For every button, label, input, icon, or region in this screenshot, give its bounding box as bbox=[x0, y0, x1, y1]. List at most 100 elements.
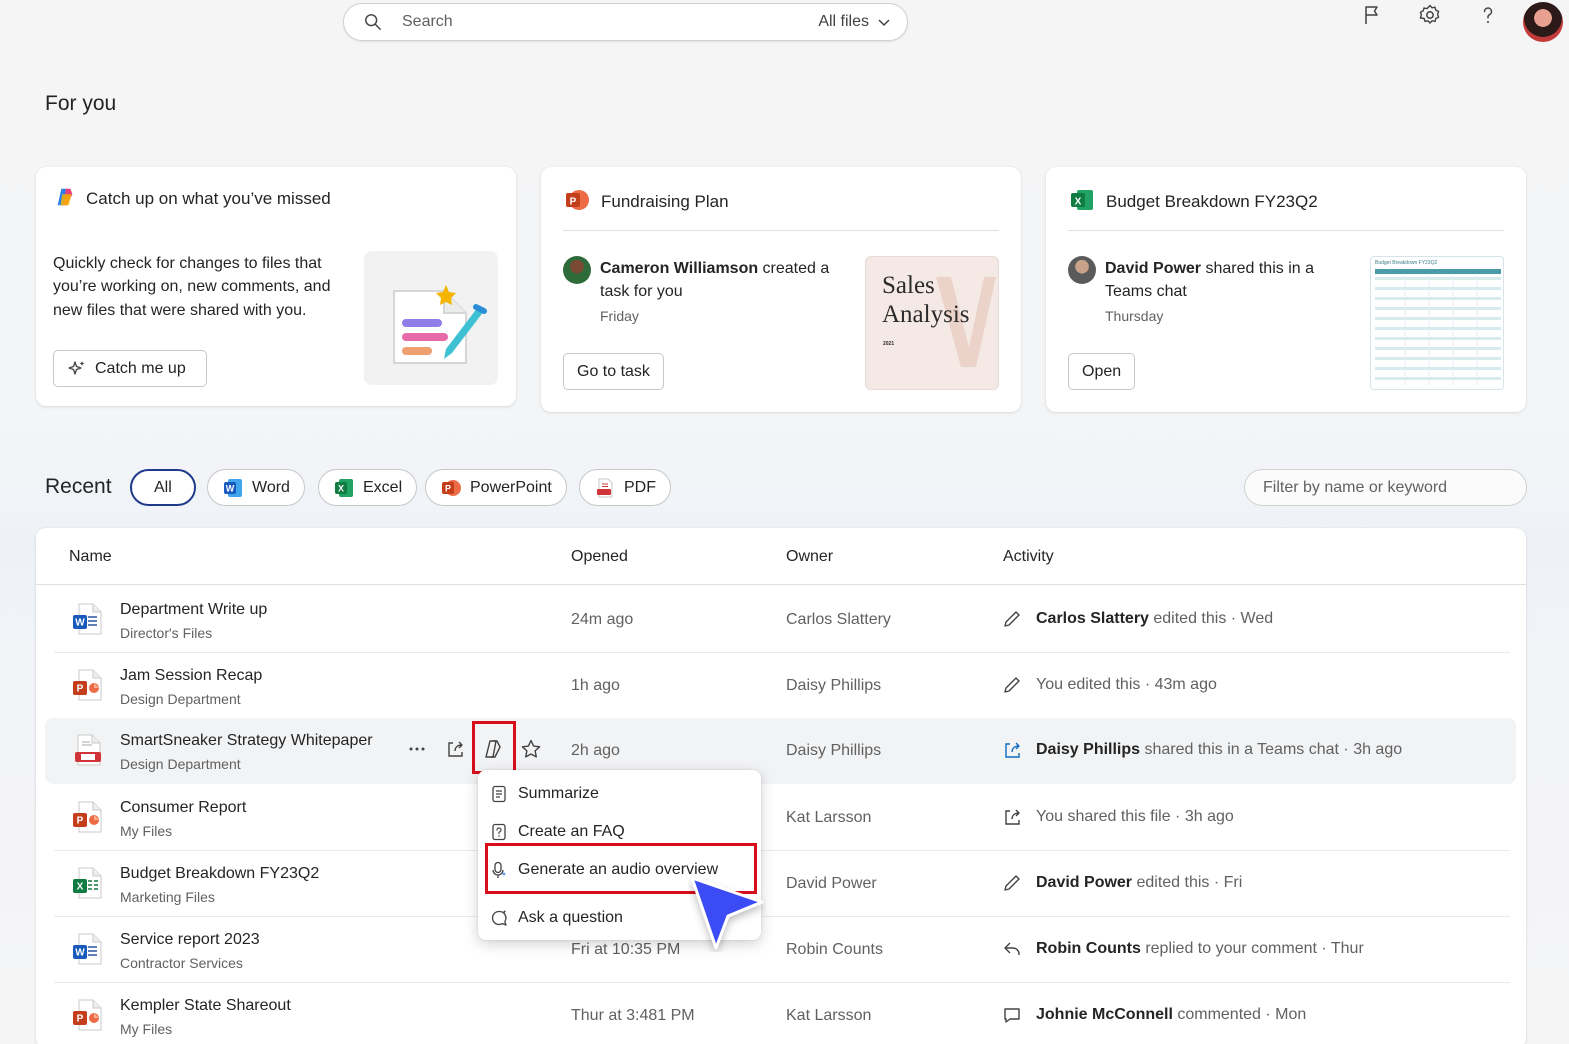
person-name: David Power bbox=[1105, 260, 1202, 277]
file-thumbnail[interactable]: Budget Breakdown FY23Q2 bbox=[1370, 256, 1504, 390]
search-icon bbox=[365, 14, 381, 30]
svg-text:W: W bbox=[226, 483, 235, 493]
catch-me-up-button[interactable]: Catch me up bbox=[53, 350, 207, 387]
column-header-owner[interactable]: Owner bbox=[786, 548, 833, 566]
menu-item-ask-question[interactable]: Ask a question bbox=[490, 902, 623, 934]
activity-cell: Carlos Slattery edited this · Wed bbox=[1002, 609, 1273, 629]
thumbnail-year: 2021 bbox=[883, 341, 895, 347]
file-thumbnail[interactable]: Sales Analysis 2021 bbox=[865, 256, 999, 390]
filter-pill-pdf[interactable]: PDF bbox=[579, 469, 671, 506]
help-icon[interactable] bbox=[1476, 3, 1500, 27]
thumbnail-title: Sales Analysis bbox=[882, 271, 970, 329]
share-button[interactable] bbox=[443, 734, 467, 764]
powerpoint-file-icon: P bbox=[73, 999, 102, 1031]
activity-description: You edited this · 43m ago bbox=[1036, 676, 1217, 694]
card-activity-line: Cameron Williamson created a bbox=[600, 257, 829, 281]
share-icon bbox=[1005, 742, 1020, 758]
card-activity-line: David Power shared this in a bbox=[1105, 257, 1314, 281]
svg-text:P: P bbox=[445, 483, 451, 493]
column-header-activity[interactable]: Activity bbox=[1003, 548, 1054, 566]
table-row[interactable]: SmartSneaker Strategy Whitepaper Design D… bbox=[45, 718, 1516, 784]
file-name[interactable]: Department Write up bbox=[120, 601, 267, 619]
sparkle-icon bbox=[68, 360, 85, 375]
filter-pill-excel[interactable]: X Excel bbox=[318, 469, 418, 506]
card-description-line: you’re working on, new comments, and bbox=[53, 278, 331, 295]
opened-time: 2h ago bbox=[571, 742, 620, 759]
activity-description: You shared this file · 3h ago bbox=[1036, 808, 1234, 826]
fundraising-plan-card[interactable]: P Fundraising Plan Cameron Williamson cr… bbox=[541, 167, 1021, 412]
filter-pill-word[interactable]: W Word bbox=[207, 469, 305, 506]
table-row[interactable]: X Budget Breakdown FY23Q2 Marketing Files D… bbox=[54, 851, 1510, 917]
filter-pill-all[interactable]: All bbox=[130, 469, 196, 506]
file-name[interactable]: SmartSneaker Strategy Whitepaper bbox=[120, 732, 373, 750]
catch-up-card: Catch up on what you’ve missed Quickly c… bbox=[36, 167, 516, 406]
table-row[interactable]: W Department Write up Director's Files 24m … bbox=[54, 587, 1510, 653]
svg-text:X: X bbox=[77, 882, 84, 893]
svg-text:X: X bbox=[338, 483, 344, 493]
pill-label: All bbox=[154, 478, 172, 496]
file-location: Design Department bbox=[120, 756, 241, 772]
spreadsheet-thumbnail-icon bbox=[1375, 269, 1501, 385]
budget-breakdown-card[interactable]: X Budget Breakdown FY23Q2 David Power sh… bbox=[1046, 167, 1526, 412]
card-timestamp: Friday bbox=[600, 308, 639, 324]
file-location: Design Department bbox=[120, 691, 241, 707]
search-box[interactable]: Search All files bbox=[343, 3, 908, 41]
person-name: Cameron Williamson bbox=[600, 260, 759, 277]
share-icon bbox=[1005, 809, 1020, 825]
file-name[interactable]: Jam Session Recap bbox=[120, 667, 262, 685]
opened-time: 24m ago bbox=[571, 611, 634, 628]
activity-text: shared this in a Teams chat · 3h ago bbox=[1140, 741, 1403, 758]
column-header-name[interactable]: Name bbox=[69, 548, 112, 566]
flag-icon[interactable] bbox=[1360, 3, 1384, 27]
gear-icon[interactable] bbox=[1418, 3, 1442, 27]
open-button[interactable]: Open bbox=[1068, 353, 1136, 390]
copilot-button-highlight bbox=[472, 721, 516, 774]
catch-up-illustration bbox=[364, 251, 498, 385]
owner-name: Kat Larsson bbox=[786, 809, 872, 826]
table-row[interactable]: P Jam Session Recap Design Department 1h ag… bbox=[54, 653, 1510, 719]
svg-text:P: P bbox=[77, 684, 84, 695]
column-header-opened[interactable]: Opened bbox=[571, 548, 628, 566]
search-scope-label: All files bbox=[818, 13, 869, 30]
user-avatar[interactable] bbox=[1523, 2, 1563, 42]
pdf-icon bbox=[597, 478, 613, 497]
search-scope-dropdown[interactable]: All files bbox=[818, 13, 891, 31]
card-activity-line: task for you bbox=[600, 283, 683, 300]
card-description-line: new files that were shared with you. bbox=[53, 302, 307, 319]
file-name[interactable]: Service report 2023 bbox=[120, 931, 260, 949]
file-name[interactable]: Kempler State Shareout bbox=[120, 997, 291, 1015]
button-label: Open bbox=[1082, 362, 1122, 380]
svg-text:P: P bbox=[570, 197, 577, 208]
file-name[interactable]: Budget Breakdown FY23Q2 bbox=[120, 865, 319, 883]
table-row[interactable]: W Service report 2023 Contractor Services F… bbox=[54, 917, 1510, 983]
filter-pill-powerpoint[interactable]: P PowerPoint bbox=[425, 469, 567, 506]
svg-text:X: X bbox=[1075, 197, 1082, 208]
activity-text: You shared this file · 3h ago bbox=[1036, 808, 1234, 825]
search-input[interactable]: Search bbox=[402, 13, 818, 31]
go-to-task-button[interactable]: Go to task bbox=[563, 353, 664, 390]
more-options-button[interactable] bbox=[405, 734, 429, 764]
share-icon bbox=[448, 741, 463, 757]
activity-description: Robin Counts replied to your comment · T… bbox=[1036, 940, 1364, 958]
powerpoint-file-icon: P bbox=[73, 669, 102, 701]
file-name[interactable]: Consumer Report bbox=[120, 799, 246, 817]
file-location: Marketing Files bbox=[120, 889, 215, 905]
activity-description: David Power edited this · Fri bbox=[1036, 874, 1242, 892]
menu-item-summarize[interactable]: Summarize bbox=[490, 778, 599, 810]
activity-cell: Daisy Phillips shared this in a Teams ch… bbox=[1002, 740, 1402, 760]
activity-text: commented · Mon bbox=[1172, 1006, 1307, 1023]
table-row[interactable]: P Kempler State Shareout My Files Thur at 3… bbox=[54, 983, 1510, 1044]
card-title: Fundraising Plan bbox=[601, 192, 729, 211]
table-row[interactable]: P Consumer Report My Files Kat Larsson You s… bbox=[54, 785, 1510, 851]
excel-icon: X bbox=[1071, 190, 1093, 210]
pill-label: PDF bbox=[624, 478, 656, 496]
activity-cell: Robin Counts replied to your comment · T… bbox=[1002, 939, 1364, 959]
card-activity-line: Teams chat bbox=[1105, 283, 1187, 300]
menu-item-label: Create an FAQ bbox=[518, 823, 625, 840]
thumbnail-title-line: Analysis bbox=[882, 301, 970, 328]
svg-text:W: W bbox=[75, 948, 85, 959]
excel-icon: X bbox=[335, 478, 353, 497]
more-horizontal-icon bbox=[409, 747, 425, 751]
favorite-button[interactable] bbox=[519, 734, 543, 764]
filter-input[interactable]: Filter by name or keyword bbox=[1244, 469, 1527, 506]
